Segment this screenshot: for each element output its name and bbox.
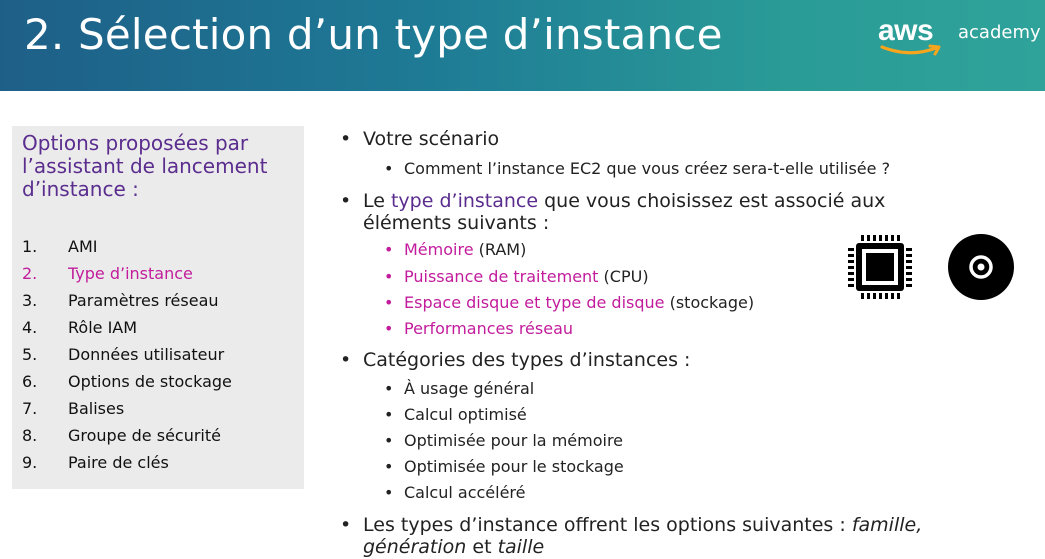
logo-academy-text: academy <box>958 22 1041 43</box>
header-banner: 2. Sélection d’un type d’instance aws ac… <box>0 0 1045 91</box>
aws-smile-icon <box>880 44 941 56</box>
instance-type-highlight: type d’instance <box>390 190 539 212</box>
disc-icon <box>948 234 1014 300</box>
logo-aws-text: aws <box>878 14 934 47</box>
slide-title: 2. Sélection d’un type d’instance <box>24 10 723 59</box>
wizard-options-panel: Options proposées par l’assistant de lan… <box>12 126 304 489</box>
aws-academy-logo: aws academy <box>878 14 1045 66</box>
cpu-chip-icon <box>848 235 912 299</box>
options-heading: Options proposées par l’assistant de lan… <box>22 131 268 201</box>
